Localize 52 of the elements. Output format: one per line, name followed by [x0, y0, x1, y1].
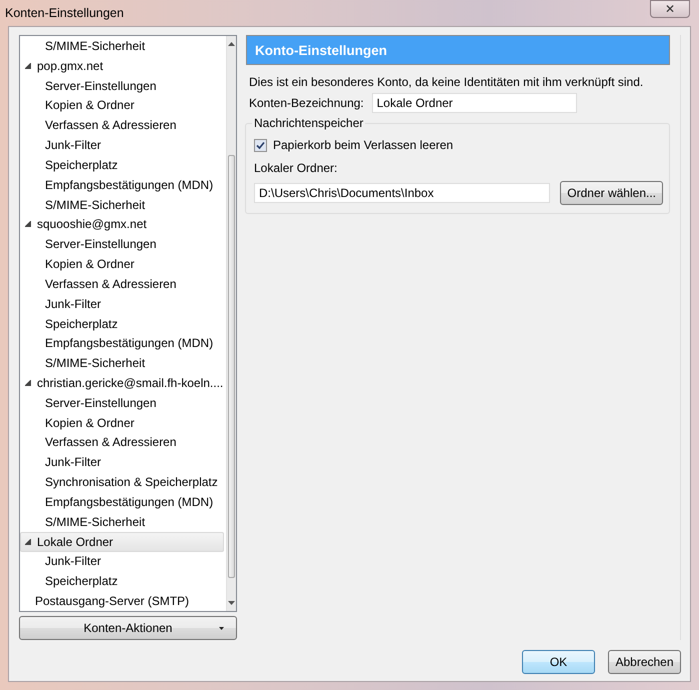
account-actions-button[interactable]: Konten-Aktionen: [19, 616, 237, 640]
local-folder-label: Lokaler Ordner:: [254, 161, 338, 175]
scroll-up-icon[interactable]: [228, 42, 236, 46]
tree-item[interactable]: Speicherplatz: [20, 154, 224, 175]
expanded-triangle-icon[interactable]: [25, 380, 31, 386]
tree-item[interactable]: Junk-Filter: [20, 135, 224, 155]
tree-item[interactable]: Verfassen & Adressieren: [20, 115, 224, 136]
tree-item[interactable]: Junk-Filter: [20, 552, 224, 572]
scroll-down-icon[interactable]: [228, 601, 236, 605]
tree-item[interactable]: Kopien & Ordner: [20, 254, 224, 274]
window-title: Konten-Einstellungen: [5, 6, 124, 20]
tree-item[interactable]: S/MIME-Sicherheit: [20, 194, 224, 214]
panel-header: Konto-Einstellungen: [246, 35, 670, 65]
scrollbar[interactable]: [226, 36, 236, 611]
tree-item[interactable]: Kopien & Ordner: [20, 412, 224, 433]
checkbox-label[interactable]: Papierkorb beim Verlassen leeren: [273, 138, 454, 152]
tree-item[interactable]: Postausgang-Server (SMTP): [20, 591, 224, 611]
tree-item[interactable]: S/MIME-Sicherheit: [20, 36, 224, 56]
tree-item[interactable]: Server-Einstellungen: [20, 392, 224, 413]
tree-item[interactable]: Verfassen & Adressieren: [20, 274, 224, 294]
tree-item[interactable]: Speicherplatz: [20, 571, 224, 592]
group-legend: Nachrichtenspeicher: [252, 116, 366, 132]
tree-item[interactable]: Verfassen & Adressieren: [20, 432, 224, 452]
description-text: Dies ist ein besonderes Konto, da keine Identitäten mit ihm verknüpft sind.: [249, 75, 644, 89]
close-button[interactable]: ✕: [650, 0, 690, 18]
tree-item[interactable]: Junk-Filter: [20, 452, 224, 472]
account-name-label: Konten-Bezeichnung:: [249, 96, 364, 110]
ok-button[interactable]: OK: [522, 650, 595, 674]
tree-item[interactable]: S/MIME-Sicherheit: [20, 512, 224, 532]
tree-item[interactable]: Speicherplatz: [20, 314, 224, 334]
checkbox[interactable]: [254, 138, 267, 152]
tree-item[interactable]: Empfangsbestätigungen (MDN): [20, 492, 224, 512]
caret-icon: [219, 626, 224, 630]
cancel-button[interactable]: Abbrechen: [608, 650, 681, 674]
tree-item[interactable]: Server-Einstellungen: [20, 76, 224, 96]
local-folder-field[interactable]: D:\Users\Chris\Documents\Inbox: [254, 183, 550, 203]
tree-item[interactable]: S/MIME-Sicherheit: [20, 353, 224, 374]
expanded-triangle-icon[interactable]: [25, 538, 31, 545]
tree-item[interactable]: Junk-Filter: [20, 294, 224, 314]
tree-item[interactable]: Empfangsbestätigungen (MDN): [20, 333, 224, 354]
choose-folder-button[interactable]: Ordner wählen...: [560, 181, 663, 205]
tree-item[interactable]: christian.gericke@smail.fh-koeln....: [20, 373, 224, 393]
tree-item[interactable]: Server-Einstellungen: [20, 234, 224, 254]
tree-item[interactable]: Empfangsbestätigungen (MDN): [20, 174, 224, 195]
tree-item[interactable]: Lokale Ordner: [20, 532, 224, 552]
tree-item[interactable]: Kopien & Ordner: [20, 95, 224, 116]
tree-item[interactable]: Synchronisation & Speicherplatz: [20, 472, 224, 492]
expanded-triangle-icon[interactable]: [25, 62, 31, 69]
tree-item[interactable]: squooshie@gmx.net: [20, 214, 224, 234]
tree-item[interactable]: pop.gmx.net: [20, 56, 224, 76]
expanded-triangle-icon[interactable]: [25, 221, 31, 228]
account-name-field[interactable]: Lokale Ordner: [372, 93, 577, 113]
